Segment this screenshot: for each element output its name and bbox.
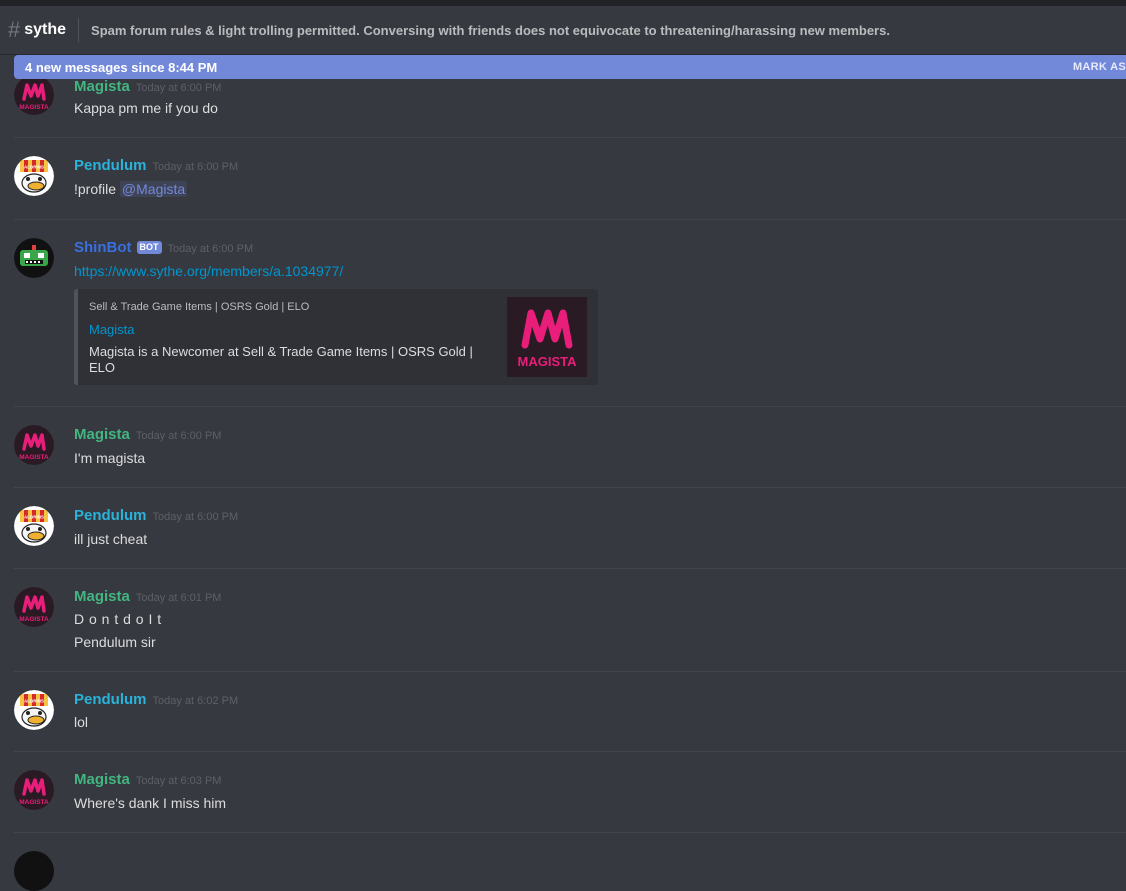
author-name[interactable]: Magista [74,78,130,95]
message-author[interactable]: Pendulum Today at 6:00 PM [74,507,238,524]
message-timestamp: Today at 6:02 PM [152,695,239,707]
message-timestamp: Today at 6:00 PM [152,161,239,173]
link-embed: Sell & Trade Game Items | OSRS Gold | EL… [74,289,598,385]
message-author[interactable]: ShinBot BOT Today at 6:00 PM [74,239,253,256]
bot-badge: BOT [136,241,162,254]
message-divider [14,568,1126,569]
magista-avatar[interactable]: MAGISTA [14,75,54,115]
pendulum-avatar[interactable]: ALDRINS [14,506,54,546]
author-name[interactable]: Pendulum [74,507,147,524]
channel-header: # sythe Spam forum rules & light trollin… [0,6,1126,54]
message-divider [14,751,1126,752]
message-author[interactable]: Magista Today at 6:00 PM [74,426,221,443]
message-text: D o n t d o I t [74,611,162,627]
message-timestamp: Today at 6:00 PM [152,511,239,523]
embed-thumbnail[interactable]: MAGISTA [507,297,587,377]
message-divider [14,671,1126,672]
avatar-logo-text: MAGISTA [19,799,49,806]
new-messages-text[interactable]: 4 new messages since 8:44 PM [25,60,217,75]
author-name[interactable]: Pendulum [74,157,147,174]
author-name[interactable]: ShinBot [74,239,132,256]
magista-logo-icon: MAGISTA [14,75,54,115]
message-author[interactable]: Magista Today at 6:03 PM [74,771,221,788]
pendulum-avatar[interactable]: ALDRINS [14,690,54,730]
message-divider [14,137,1126,138]
author-name[interactable]: Pendulum [74,691,147,708]
next-message-avatar[interactable] [14,851,54,891]
avatar-logo-text: MAGISTA [19,454,49,461]
user-mention[interactable]: @Magista [119,181,188,197]
message-divider [14,487,1126,488]
magista-avatar[interactable]: MAGISTA [14,587,54,627]
message-author[interactable]: Magista Today at 6:00 PM [74,78,221,95]
message-text-content: !profile [74,181,117,197]
new-messages-bar[interactable]: 4 new messages since 8:44 PM MARK AS [14,55,1126,79]
author-name[interactable]: Magista [74,771,130,788]
pendulum-avatar[interactable]: ALDRINS [14,156,54,196]
message-divider [14,832,1126,833]
avatar-logo-text: MAGISTA [19,616,49,623]
magista-logo-icon: MAGISTA [507,297,587,377]
message-timestamp: Today at 6:03 PM [135,775,222,787]
message-divider [14,219,1126,220]
magista-avatar[interactable]: MAGISTA [14,770,54,810]
avatar-logo-text: MAGISTA [19,104,49,111]
magista-logo-icon: MAGISTA [14,587,54,627]
robot-avatar-icon [14,238,54,278]
message-timestamp: Today at 6:00 PM [135,430,222,442]
message-link[interactable]: https://www.sythe.org/members/a.1034977/ [74,263,343,279]
message-timestamp: Today at 6:00 PM [135,82,222,94]
message-text: !profile @Magista [74,181,188,197]
header-divider [78,18,80,42]
channel-name[interactable]: sythe [24,21,66,39]
duck-avatar-icon: ALDRINS [14,506,54,546]
magista-logo-icon: MAGISTA [14,770,54,810]
message-text: I'm magista [74,450,146,466]
message-author[interactable]: Pendulum Today at 6:02 PM [74,691,238,708]
avatar-logo-text: ALDRINS [24,515,44,520]
message-text: Where's dank I miss him [74,795,227,811]
embed-thumbnail-text: MAGISTA [518,354,578,369]
magista-logo-icon: MAGISTA [14,425,54,465]
shinbot-avatar[interactable] [14,238,54,278]
duck-avatar-icon: ALDRINS [14,156,54,196]
message-text: Pendulum sir [74,634,156,650]
avatar-logo-text: ALDRINS [24,699,44,704]
mark-as-read-button[interactable]: MARK AS [1073,61,1126,73]
message-timestamp: Today at 6:01 PM [135,592,222,604]
message-text: Kappa pm me if you do [74,100,218,116]
embed-description: Magista is a Newcomer at Sell & Trade Ga… [89,344,473,375]
avatar-logo-text: ALDRINS [24,165,44,170]
embed-title[interactable]: Magista [89,322,135,337]
message-text: ill just cheat [74,531,148,547]
author-name[interactable]: Magista [74,426,130,443]
message-timestamp: Today at 6:00 PM [167,243,254,255]
author-name[interactable]: Magista [74,588,130,605]
message-divider [14,406,1126,407]
message-author[interactable]: Pendulum Today at 6:00 PM [74,157,238,174]
duck-avatar-icon: ALDRINS [14,690,54,730]
channel-topic[interactable]: Spam forum rules & light trolling permit… [91,23,890,38]
magista-avatar[interactable]: MAGISTA [14,425,54,465]
message-text: lol [74,714,89,730]
hashtag-icon: # [8,17,21,42]
embed-provider[interactable]: Sell & Trade Game Items | OSRS Gold | EL… [89,301,309,313]
message-author[interactable]: Magista Today at 6:01 PM [74,588,221,605]
